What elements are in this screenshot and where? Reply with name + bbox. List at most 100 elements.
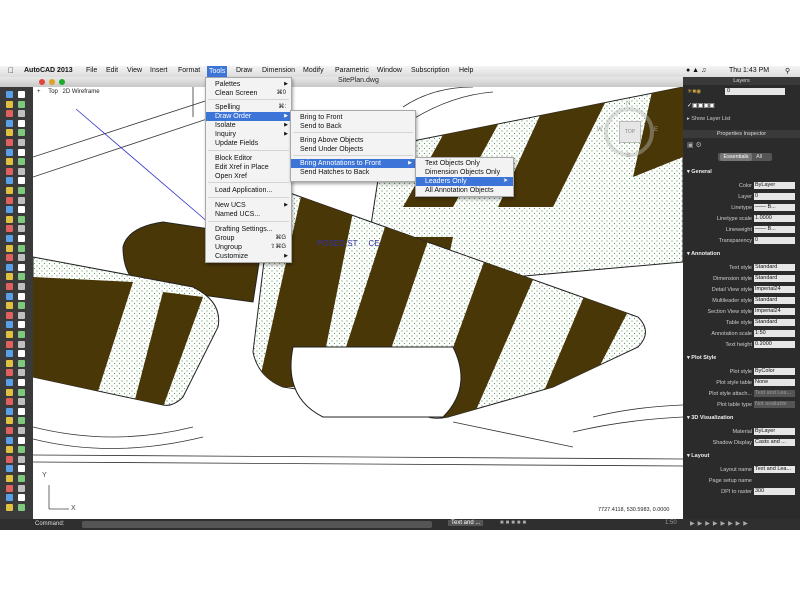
trim-tool-icon[interactable] [18,196,25,204]
tab-essentials[interactable]: Essentials [720,153,752,161]
property-value[interactable]: 1:50 [754,330,795,337]
viewcube[interactable]: TOP N S E W [597,101,658,159]
draw-order-item-send-hatches-to-back[interactable]: Send Hatches to Back [291,168,415,177]
viewcube-north[interactable]: N [626,101,630,107]
tools-menu-item-customize[interactable]: Customize ▶ [206,252,291,261]
copy-tool-icon[interactable] [18,148,25,156]
rotate-tool-icon[interactable] [6,158,13,166]
property-value[interactable]: —— B... [754,226,795,233]
copy-tool-icon[interactable] [18,225,25,233]
menu-window[interactable]: Window [377,67,402,74]
line-tool-icon[interactable] [6,321,13,329]
rotate-tool-icon[interactable] [6,196,13,204]
annotations-item-leaders-only[interactable]: Leaders Only ➤ [416,177,513,186]
trim-tool-icon[interactable] [18,388,25,396]
trim-tool-icon[interactable] [18,119,25,127]
tools-menu-item-draw-order[interactable]: Draw Order ▶ [206,112,291,121]
zoom-window-button[interactable] [59,79,65,85]
polyline-tool-icon[interactable] [18,91,25,98]
visual-style-label[interactable]: 2D Wireframe [63,89,100,95]
circle-tool-icon[interactable] [6,177,13,185]
tools-menu-item-load-application[interactable]: Load Application... [206,186,291,195]
polyline-tool-icon[interactable] [18,321,25,329]
tools-menu-item-group[interactable]: Group ⌘G [206,234,291,243]
tools-menu-item-spelling[interactable]: Spelling ⌘: [206,103,291,112]
rotate-tool-icon[interactable] [6,273,13,281]
line-tool-icon[interactable] [6,283,13,290]
menu-format[interactable]: Format [178,67,200,74]
property-value[interactable]: Standard [754,319,795,326]
menu-draw[interactable]: Draw [236,67,252,74]
section-3d-visualization[interactable]: ▾ 3D Visualization [687,415,733,421]
copy-tool-icon[interactable] [18,263,25,271]
property-value[interactable]: Standard [754,297,795,304]
property-value[interactable]: None [754,379,795,386]
section-general[interactable]: ▾ General [687,169,712,175]
menu-subscription[interactable]: Subscription [411,67,450,74]
section-annotation[interactable]: ▾ Annotation [687,251,720,257]
tools-menu-item-inquiry[interactable]: Inquiry ▶ [206,130,291,139]
move-tool-icon[interactable] [6,225,13,233]
viewcube-south[interactable]: S [626,153,630,159]
show-layer-list[interactable]: ▸ Show Layer List [687,116,730,122]
line-tool-icon[interactable] [6,167,13,175]
menu-dimension[interactable]: Dimension [262,67,295,74]
polyline-tool-icon[interactable] [18,398,25,406]
property-value[interactable]: Standard [754,275,795,282]
rotate-tool-icon[interactable] [6,119,13,127]
trim-tool-icon[interactable] [18,427,25,434]
line-tool-icon[interactable] [6,206,13,214]
copy-tool-icon[interactable] [18,417,25,425]
copy-tool-icon[interactable] [18,302,25,310]
annotation-scale-status[interactable]: 1:50 [665,520,677,526]
annotations-item-text-objects-only[interactable]: Text Objects Only [416,159,513,168]
copy-tool-icon[interactable] [18,110,25,118]
arc-tool-icon[interactable] [18,331,25,338]
annotations-item-dimension-objects-only[interactable]: Dimension Objects Only [416,168,513,177]
move-tool-icon[interactable] [6,187,13,194]
trim-tool-icon[interactable] [18,158,25,166]
circle-tool-icon[interactable] [6,254,13,262]
property-value[interactable]: ByColor [754,368,795,375]
trim-tool-icon[interactable] [18,273,25,281]
command-input[interactable] [82,521,432,528]
line-tool-icon[interactable] [6,129,13,137]
arc-tool-icon[interactable] [18,292,25,300]
rotate-tool-icon[interactable] [6,311,13,319]
layer-tools[interactable]: ✓▣▣▣▣ [687,102,797,110]
line-tool-icon[interactable] [6,398,13,406]
tools-menu-item-palettes[interactable]: Palettes ▶ [206,80,291,89]
polyline-tool-icon[interactable] [18,167,25,175]
layout-tab-text[interactable]: Text and ... [448,520,484,526]
property-value[interactable]: Imperial24 [754,308,795,315]
property-value[interactable]: 300 [754,488,795,495]
menu-insert[interactable]: Insert [150,67,168,74]
property-value[interactable]: 1.0000 [754,215,795,222]
polyline-tool-icon[interactable] [18,129,25,137]
circle-tool-icon[interactable] [6,100,13,108]
draw-order-item-bring-annotations-to-front[interactable]: Bring Annotations to Front ▶ [291,159,415,168]
section-layout[interactable]: ▾ Layout [687,453,709,459]
line-tool-icon[interactable] [6,91,13,98]
property-value[interactable]: ByLayer [754,428,795,435]
properties-toolbar-icons[interactable]: ▣ ⚙ [687,141,702,149]
arc-tool-icon[interactable] [18,177,25,185]
arc-tool-icon[interactable] [18,446,25,454]
viewcube-east[interactable]: E [654,127,658,133]
property-value[interactable]: 0.2000 [754,341,795,348]
move-tool-icon[interactable] [6,379,13,386]
polyline-tool-icon[interactable] [18,206,25,214]
copy-tool-icon[interactable] [18,187,25,194]
move-tool-icon[interactable] [6,417,13,425]
property-value[interactable]: ByLayer [754,182,795,189]
copy-tool-icon[interactable] [18,455,25,463]
menu-edit[interactable]: Edit [106,67,118,74]
polyline-tool-icon[interactable] [18,436,25,444]
line-tool-icon[interactable] [6,475,13,482]
trim-tool-icon[interactable] [18,311,25,319]
move-tool-icon[interactable] [6,340,13,348]
menu-app-name[interactable]: AutoCAD 2013 [24,67,73,74]
property-value[interactable]: 0 [754,193,795,200]
circle-tool-icon[interactable] [6,139,13,146]
property-value[interactable]: —— B... [754,204,795,211]
